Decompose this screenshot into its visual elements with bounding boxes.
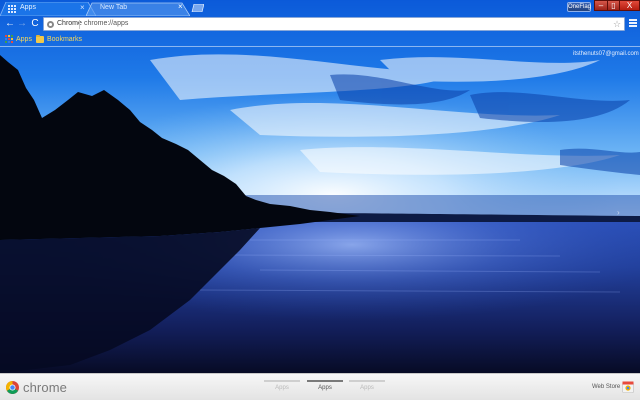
apps-page-3[interactable]: Apps [349,378,385,396]
account-email[interactable]: itsthenuts07@gmail.com [573,51,639,57]
bookmark-apps[interactable]: Apps [5,34,32,44]
omnibox-separator [79,20,80,29]
apps-page-2[interactable]: Apps [307,378,343,396]
page-label: Apps [318,385,332,391]
tab-close-icon[interactable]: × [80,4,85,12]
page-indicator [349,380,385,382]
chrome-page-icon [47,21,54,28]
bookmark-label: Apps [16,35,32,43]
url-text[interactable]: chrome://apps [84,20,128,27]
wallpaper-background [0,0,640,373]
back-button[interactable]: ← [4,17,16,31]
tab-new-tab[interactable]: New Tab [86,2,190,16]
page-indicator [307,380,343,382]
bookmark-star-icon[interactable]: ☆ [613,19,621,29]
reload-button[interactable]: C [29,17,41,31]
apps-page-1[interactable]: Apps [264,378,300,396]
web-store-link[interactable]: Web Store [592,384,620,390]
apps-grid-icon [8,5,16,13]
tab-title: New Tab [100,4,128,11]
web-store-icon[interactable] [622,381,634,393]
page-indicator [264,380,300,382]
forward-button[interactable]: → [16,17,28,31]
page-label: Apps [275,385,289,391]
title-bar: Apps × New Tab × OneFlag – ▯ X [0,0,640,16]
tab-title: Apps [20,4,36,11]
apps-bottom-bar: chrome Apps Apps Apps Web Store [0,373,640,400]
folder-icon [36,34,44,43]
bookmark-label: Bookmarks [47,35,83,43]
chrome-wordmark: chrome [23,379,67,395]
tab-apps[interactable]: Apps × [0,2,96,16]
chrome-logo: chrome [6,379,67,395]
next-page-arrow-icon[interactable]: › [617,208,620,217]
bookmarks-bar: Apps Bookmarks [0,33,640,46]
apps-grid-icon [5,35,13,43]
hamburger-menu-icon[interactable] [629,19,637,28]
chrome-logo-icon [6,380,19,394]
bookmarks-divider [0,46,640,47]
bookmark-folder[interactable]: Bookmarks [36,34,82,44]
profile-badge[interactable]: OneFlag [567,2,591,12]
address-bar[interactable]: Chrome chrome://apps ☆ [43,17,625,31]
page-label: Apps [360,385,374,391]
maximize-button[interactable]: ▯ [607,0,619,11]
lake-sunset-image [0,0,640,373]
close-window-button[interactable]: X [619,0,640,11]
new-tab-button[interactable] [190,4,204,12]
minimize-button[interactable]: – [594,0,607,11]
toolbar: ← → C Chrome chrome://apps ☆ [0,16,640,33]
tab-close-icon[interactable]: × [178,3,183,11]
